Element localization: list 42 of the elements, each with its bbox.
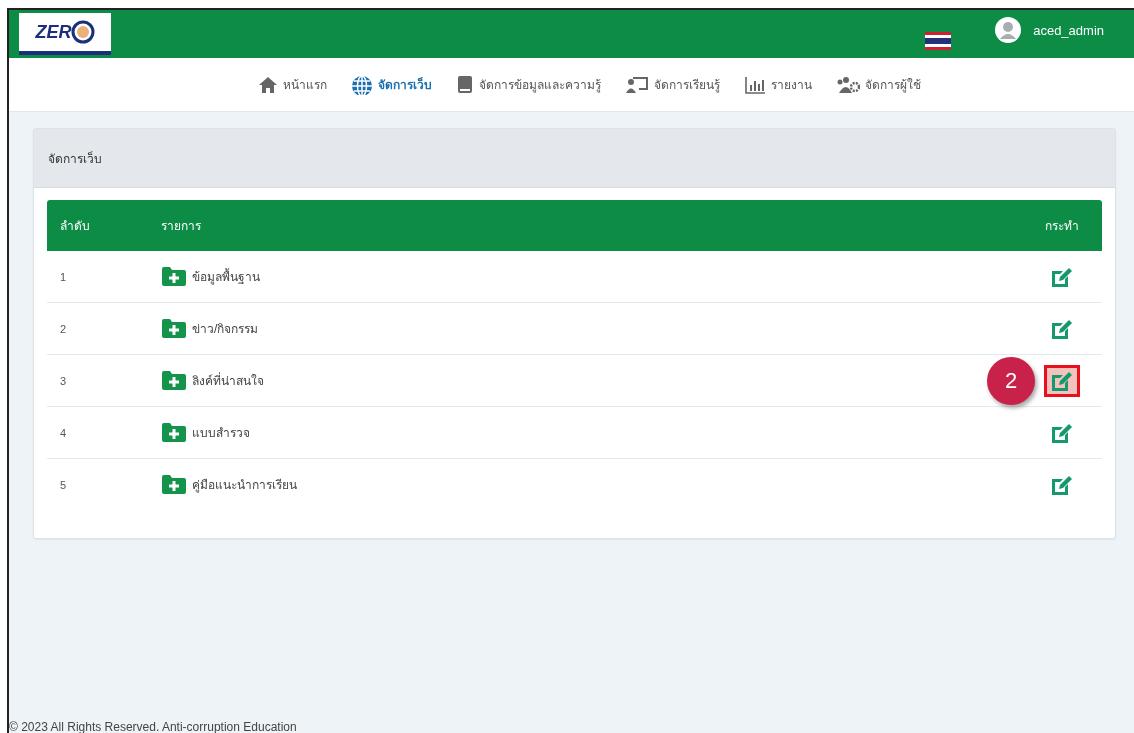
nav-item[interactable]: หน้าแรก [250,68,335,101]
table-cell-text: 2 [59,322,68,335]
column-header: ลำดับ [59,218,91,235]
callout-badge: 2 [987,356,1035,405]
folder-plus-icon[interactable] [161,266,187,287]
column-header: รายการ [160,218,202,235]
folder-plus-icon[interactable] [161,318,187,339]
nav-item[interactable]: จัดการเรียนรู้ [617,68,728,101]
table-cell-text: ข่าว/กิจกรรม [192,321,259,338]
table-cell: ลิงค์ที่น่าสนใจ [192,371,264,390]
nav-item[interactable]: จัดการเว็บ [343,68,440,101]
bar-chart-icon [744,74,766,95]
edit-icon [1050,317,1074,340]
table-cell-text: แบบสำรวจ [192,425,250,442]
nav-item[interactable]: จัดการผู้ใช้ [828,68,929,101]
table-cell-text: 5 [59,478,68,491]
teacher-icon [625,74,649,95]
users-gear-icon [836,74,860,95]
edit-icon [1050,265,1074,288]
flag-icon[interactable] [925,32,952,50]
edit-icon [1050,421,1074,444]
book-icon [456,74,474,95]
table-cell-text: 1 [59,270,68,283]
folder-plus-icon[interactable] [161,474,187,495]
user-name[interactable]: aced_admin [1033,22,1104,38]
table-cell-text: 3 [59,374,68,387]
logo-text: ZER [35,21,72,43]
folder-plus-icon[interactable] [161,370,187,391]
nav-item[interactable]: จัดการข้อมูลและความรู้ [448,68,609,101]
footer-text: © 2023 All Rights Reserved. Anti-corruption Education [9,720,298,733]
edit-icon [1050,369,1074,392]
table-cell: ข้อมูลพื้นฐาน [192,267,260,286]
edit-icon [1050,473,1074,496]
home-icon [258,74,278,95]
column-header: กระทำ [1044,218,1080,235]
nav-item[interactable]: รายงาน [736,68,820,101]
panel-title: จัดการเว็บ [48,150,102,168]
avatar-icon[interactable] [995,17,1022,43]
table-cell-text: 4 [59,426,68,439]
folder-plus-icon[interactable] [161,422,187,443]
table-cell-text: คู่มือแนะนำการเรียน [192,477,297,494]
globe-icon [351,74,373,95]
